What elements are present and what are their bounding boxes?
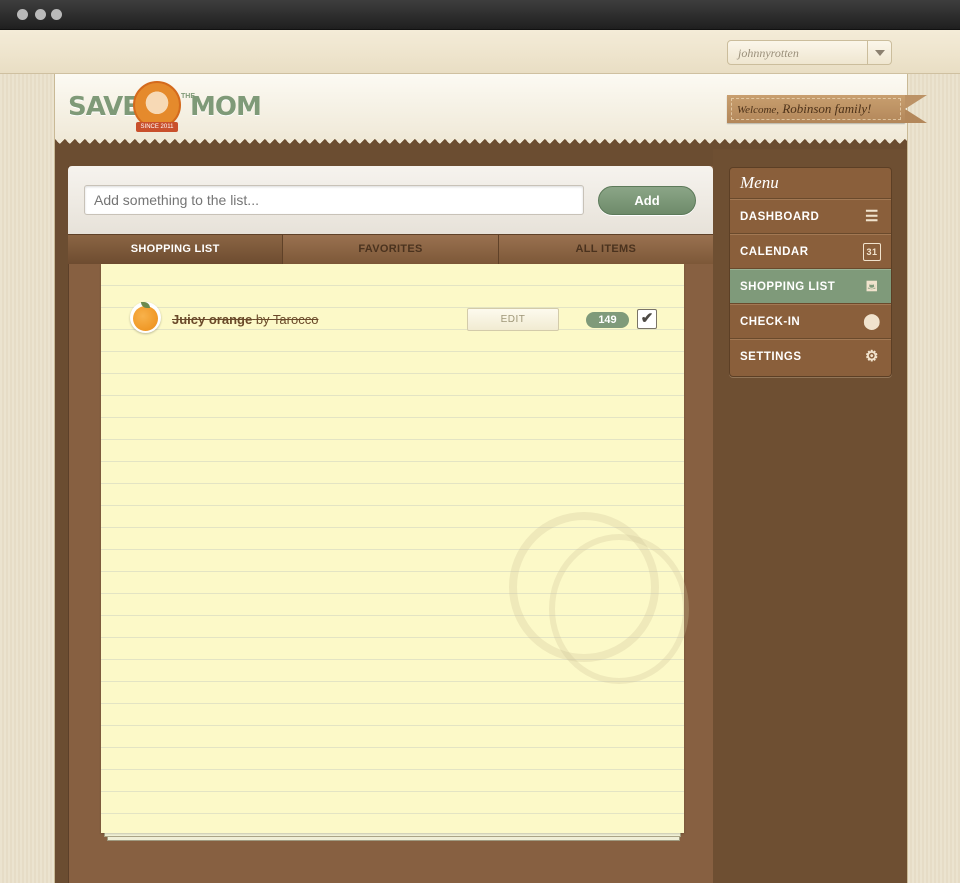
tab-shopping-list[interactable]: Shopping list — [68, 235, 284, 264]
chevron-down-icon — [875, 50, 885, 56]
logo-word-mom: MOM — [190, 92, 262, 122]
coffee-stain — [549, 534, 689, 684]
menu-item-shopping-list[interactable]: Shopping list ⛾ — [730, 269, 891, 304]
menu-item-check-in[interactable]: Check-in ⬤ — [730, 304, 891, 339]
dropdown-toggle[interactable] — [867, 41, 891, 64]
window-zoom-button[interactable] — [51, 9, 62, 20]
add-button[interactable]: Add — [598, 186, 696, 215]
window-titlebar — [0, 0, 960, 30]
user-account-value: johnnyrotten — [738, 46, 799, 60]
item-checkbox[interactable]: ✔ — [637, 309, 657, 329]
tab-favorites[interactable]: Favorites — [283, 235, 499, 264]
gear-icon: ⚙ — [865, 348, 879, 365]
user-account-select[interactable]: johnnyrotten — [727, 40, 892, 65]
menu-item-calendar[interactable]: Calendar 31 — [730, 234, 891, 269]
add-item-input[interactable] — [84, 185, 584, 215]
count-badge: 149 — [586, 312, 629, 328]
logo-word-the: THE — [181, 93, 195, 100]
header-zigzag-edge — [55, 139, 907, 149]
window-close-button[interactable] — [17, 9, 28, 20]
menu-item-label: Calendar — [740, 246, 809, 258]
list-item-label[interactable]: Juicy orange by Tarocco — [172, 312, 318, 327]
welcome-prefix: Welcome, — [737, 104, 780, 116]
menu-item-settings[interactable]: Settings ⚙ — [730, 339, 891, 374]
orange-fruit-shape — [133, 306, 158, 331]
window-minimize-button[interactable] — [35, 9, 46, 20]
menu-title: Menu — [730, 168, 891, 199]
menu-item-dashboard[interactable]: Dashboard ☰ — [730, 199, 891, 234]
menu-item-label: Shopping list — [740, 281, 836, 293]
list-tabs: Shopping list Favorites All items — [68, 234, 713, 264]
location-pin-icon: ⬤ — [863, 313, 881, 330]
edit-button[interactable]: EDIT — [467, 308, 559, 331]
orange-icon — [130, 302, 161, 333]
list-item-brand: by Tarocco — [255, 312, 319, 327]
list-item-name: Juicy orange — [172, 312, 253, 327]
basket-icon: ⛾ — [865, 278, 879, 295]
list-icon: ☰ — [865, 208, 879, 225]
side-menu: Menu Dashboard ☰ Calendar 31 Shopping li… — [729, 167, 892, 377]
menu-item-label: Settings — [740, 351, 802, 363]
menu-item-label: Dashboard — [740, 211, 820, 223]
save-the-mom-logo[interactable]: SAVE SINCE 2011 THE MOM — [68, 80, 262, 136]
tab-all-items[interactable]: All items — [499, 235, 713, 264]
logo-word-save: SAVE — [68, 92, 140, 122]
logo-ribbon: SINCE 2011 — [136, 122, 178, 132]
menu-item-label: Check-in — [740, 316, 801, 328]
welcome-family-name: Robinson family! — [782, 101, 872, 116]
calendar-icon: 31 — [863, 243, 881, 261]
checkmark-icon: ✔ — [640, 310, 654, 327]
notepad — [101, 264, 689, 833]
welcome-banner: Welcome, Robinson family! — [727, 95, 927, 123]
